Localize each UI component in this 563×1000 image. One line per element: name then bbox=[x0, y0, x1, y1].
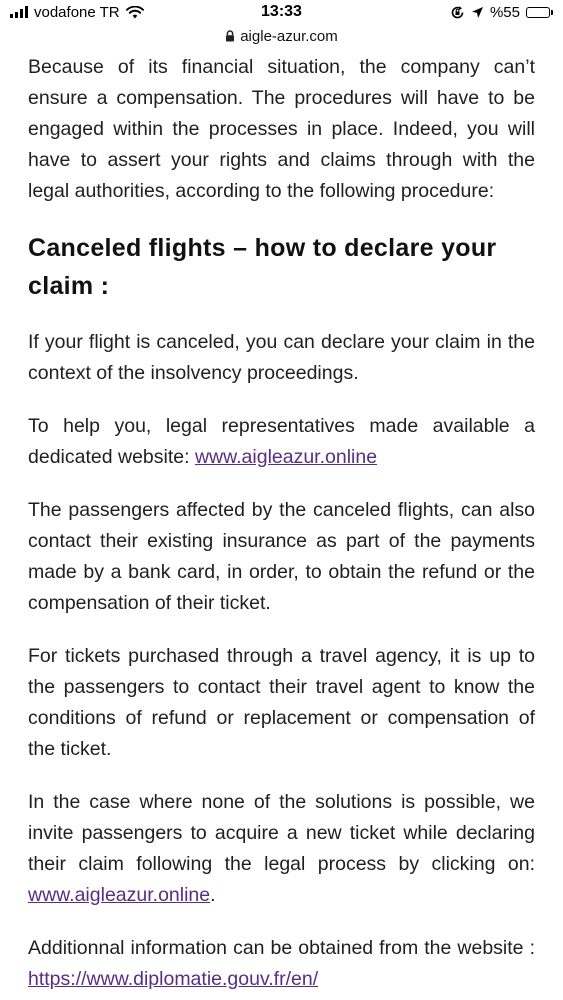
aigleazur-online-link-2[interactable]: www.aigleazur.online bbox=[28, 884, 210, 906]
diplomatie-link[interactable]: https://www.diplomatie.gouv.fr/en/ bbox=[28, 968, 318, 990]
paragraph-insurance: The passengers affected by the canceled … bbox=[28, 499, 535, 614]
status-bar: vodafone TR 13:33 %55 bbox=[0, 0, 563, 24]
paragraph-declare-claim: If your flight is canceled, you can decl… bbox=[28, 331, 535, 384]
signal-icon bbox=[10, 6, 28, 18]
carrier-name: vodafone TR bbox=[34, 3, 120, 21]
aigleazur-online-link[interactable]: www.aigleazur.online bbox=[195, 446, 377, 468]
article-content: Because of its financial situation, the … bbox=[0, 52, 563, 995]
paragraph-text: In the case where none of the solutions … bbox=[28, 791, 535, 875]
paragraph-new-ticket: In the case where none of the solutions … bbox=[28, 787, 535, 911]
location-arrow-icon bbox=[471, 6, 483, 18]
orientation-lock-icon bbox=[451, 5, 464, 18]
lock-icon bbox=[226, 30, 235, 42]
paragraph-additional-info: Additionnal information can be obtained … bbox=[28, 933, 535, 995]
section-heading: Canceled flights – how to declare your c… bbox=[28, 234, 497, 300]
wifi-icon bbox=[125, 5, 144, 18]
paragraph-text: Additionnal information can be obtained … bbox=[28, 937, 535, 959]
battery-percent: %55 bbox=[489, 3, 520, 21]
url-domain: aigle-azur.com bbox=[240, 27, 338, 45]
paragraph-dedicated-website: To help you, legal representatives made … bbox=[28, 411, 535, 473]
paragraph-travel-agency: For tickets purchased through a travel a… bbox=[28, 645, 535, 760]
intro-paragraph: Because of its financial situation, the … bbox=[28, 56, 535, 202]
status-right: %55 bbox=[450, 4, 553, 21]
status-left: vodafone TR bbox=[10, 4, 144, 21]
battery-icon bbox=[526, 6, 553, 18]
paragraph-end: . bbox=[210, 884, 216, 906]
url-bar[interactable]: aigle-azur.com bbox=[0, 24, 563, 48]
